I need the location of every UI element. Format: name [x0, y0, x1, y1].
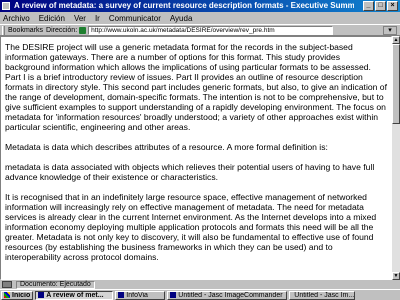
statusbar: Documento: Ejecutado — [0, 280, 400, 289]
task-infovia[interactable]: InfoVia — [115, 290, 166, 300]
menu-communicator[interactable]: Communicator — [109, 14, 161, 23]
maximize-button[interactable]: □ — [375, 1, 386, 11]
related-links-icon[interactable]: ▾ — [383, 25, 397, 35]
menu-ir[interactable]: Ir — [95, 14, 100, 23]
close-button[interactable]: × — [387, 1, 398, 11]
vertical-scrollbar[interactable]: ▲ ▼ — [392, 36, 400, 280]
scroll-thumb[interactable] — [392, 44, 400, 124]
bookmarks-button[interactable]: Bookmarks — [8, 27, 43, 34]
netscape-app-icon — [2, 2, 10, 10]
menu-ver[interactable]: Ver — [74, 14, 86, 23]
window-title: A review of metadata: a survey of curren… — [14, 1, 354, 10]
scroll-down-arrow-icon[interactable]: ▼ — [392, 272, 400, 280]
task-label: InfoVia — [126, 291, 148, 299]
page-content: The DESIRE project will use a generic me… — [0, 36, 392, 280]
paragraph: It is recognised that in an indefinitely… — [5, 192, 377, 262]
location-label: Dirección: — [46, 26, 78, 34]
start-button[interactable]: Inicio — [1, 290, 34, 300]
status-text: Documento: Ejecutado — [16, 280, 95, 289]
taskbar: Inicio A review of met... InfoVia Untitl… — [0, 289, 400, 300]
menu-archivo[interactable]: Archivo — [3, 14, 30, 23]
window-titlebar[interactable]: A review of metadata: a survey of curren… — [0, 0, 400, 12]
paragraph: Metadata is data which describes attribu… — [5, 142, 328, 152]
window-controls: _ □ × — [363, 1, 398, 11]
menu-ayuda[interactable]: Ayuda — [170, 14, 193, 23]
location-toolbar: Bookmarks Dirección: http://www.ukoln.ac… — [0, 24, 400, 36]
minimize-button[interactable]: _ — [363, 1, 374, 11]
task-jasc-imagecommander[interactable]: Untitled - Jasc ImageCommander — [167, 290, 288, 300]
jasc-icon — [170, 292, 177, 298]
menubar: Archivo Edición Ver Ir Communicator Ayud… — [0, 12, 400, 24]
task-jasc-im[interactable]: Untitled - Jasc Im... — [289, 290, 356, 300]
security-lock-icon[interactable] — [2, 281, 12, 288]
url-field[interactable]: http://www.ukoln.ac.uk/metadata/DESIRE/o… — [88, 25, 334, 35]
paragraph: The DESIRE project will use a generic me… — [5, 42, 387, 132]
task-label: Untitled - Jasc Im... — [294, 291, 355, 299]
toolbar-grip[interactable] — [2, 25, 5, 35]
start-label: Inicio — [12, 291, 31, 299]
infovia-icon — [118, 292, 125, 298]
netscape-icon — [38, 292, 45, 298]
task-label: Untitled - Jasc ImageCommander — [178, 291, 283, 299]
windows-logo-icon — [4, 292, 10, 298]
paragraph: metadata is data associated with objects… — [5, 162, 375, 182]
task-label: A review of met... — [46, 291, 104, 299]
task-review-metadata[interactable]: A review of met... — [35, 290, 114, 300]
scroll-up-arrow-icon[interactable]: ▲ — [392, 36, 400, 44]
page-proxy-icon[interactable] — [79, 26, 87, 34]
menu-edicion[interactable]: Edición — [39, 14, 65, 23]
